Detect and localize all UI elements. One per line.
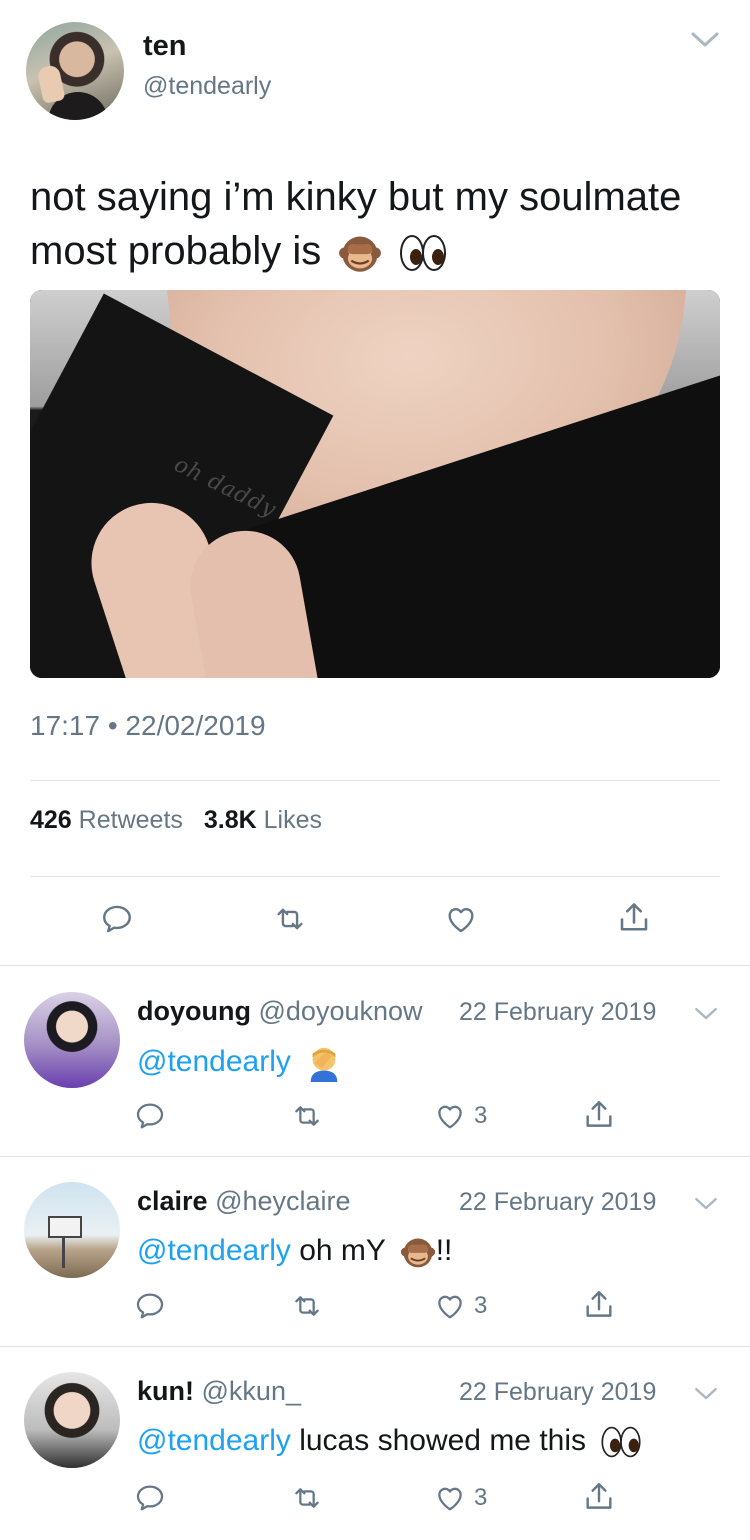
reply-button[interactable]	[134, 1482, 166, 1514]
like-button[interactable]	[444, 902, 478, 936]
like-button[interactable]: 3	[434, 1482, 487, 1514]
reply-button[interactable]	[134, 1100, 166, 1132]
reply-author[interactable]: claire @heyclaire	[137, 1186, 351, 1217]
avatar[interactable]	[24, 1182, 120, 1278]
reply-body: lucas showed me this	[290, 1424, 595, 1457]
share-button[interactable]	[616, 900, 652, 936]
like-button[interactable]: 3	[434, 1100, 487, 1132]
tweet-stats: 426 Retweets 3.8K Likes	[30, 806, 322, 835]
reply-display-name[interactable]: kun!	[137, 1376, 194, 1406]
reply-tweet[interactable]: doyoung @doyouknow 22 February 2019 @ten…	[0, 970, 750, 1156]
chevron-down-icon[interactable]	[694, 1006, 718, 1022]
avatar[interactable]	[24, 1372, 120, 1468]
retweet-icon	[272, 902, 308, 936]
reply-date: 22 February 2019	[459, 1378, 657, 1406]
retweet-icon	[290, 1482, 324, 1514]
divider	[0, 1156, 750, 1157]
heart-icon	[434, 1290, 466, 1322]
tweet-image[interactable]: oh daddy	[30, 290, 720, 678]
share-button[interactable]	[582, 1098, 616, 1132]
share-icon	[582, 1480, 616, 1514]
mention-link[interactable]: @tendearly	[137, 1045, 291, 1078]
heart-icon	[434, 1482, 466, 1514]
reply-tweet[interactable]: claire @heyclaire 22 February 2019 @tend…	[0, 1160, 750, 1346]
reply-author[interactable]: kun! @kkun_	[137, 1376, 301, 1407]
mention-link[interactable]: @tendearly	[137, 1234, 291, 1267]
like-count: 3	[474, 1484, 488, 1511]
reply-icon	[134, 1100, 166, 1132]
eyes-icon	[399, 233, 447, 273]
reply-icon	[100, 902, 134, 936]
see-no-evil-monkey-icon	[400, 1234, 436, 1270]
chevron-down-icon[interactable]	[694, 1196, 718, 1212]
reply-text: @tendearly	[137, 1044, 343, 1082]
main-tweet: ten @tendearly not saying i’m kinky but …	[0, 0, 750, 965]
tweet-text: not saying i’m kinky but my soulmate mos…	[30, 170, 730, 278]
divider	[0, 1346, 750, 1347]
divider	[30, 780, 720, 781]
see-no-evil-monkey-icon	[338, 231, 382, 275]
divider	[30, 876, 720, 877]
share-button[interactable]	[582, 1288, 616, 1322]
avatar[interactable]	[24, 992, 120, 1088]
reply-tweet[interactable]: kun! @kkun_ 22 February 2019 @tendearly …	[0, 1350, 750, 1540]
reply-icon	[134, 1482, 166, 1514]
divider	[0, 965, 750, 966]
share-icon	[582, 1288, 616, 1322]
heart-icon	[444, 902, 478, 936]
reply-handle[interactable]: @heyclaire	[215, 1186, 350, 1216]
retweets-label[interactable]: Retweets	[79, 806, 183, 834]
like-count: 3	[474, 1292, 488, 1319]
reply-body: oh mY	[290, 1234, 394, 1267]
mention-link[interactable]: @tendearly	[137, 1424, 291, 1457]
retweet-button[interactable]	[290, 1100, 324, 1132]
retweet-button[interactable]	[290, 1290, 324, 1322]
reply-button[interactable]	[100, 902, 134, 936]
heart-icon	[434, 1100, 466, 1132]
tweet-timestamp: 17:17 • 22/02/2019	[30, 710, 266, 741]
share-icon	[582, 1098, 616, 1132]
retweet-icon	[290, 1290, 324, 1322]
like-count: 3	[474, 1102, 488, 1129]
reply-body-suffix: !!	[435, 1234, 453, 1267]
reply-author[interactable]: doyoung @doyouknow	[137, 996, 423, 1027]
facepalm-icon	[305, 1044, 343, 1082]
likes-count[interactable]: 3.8K	[204, 806, 257, 834]
reply-display-name[interactable]: claire	[137, 1186, 208, 1216]
retweet-button[interactable]	[290, 1482, 324, 1514]
avatar[interactable]	[26, 22, 124, 120]
share-button[interactable]	[582, 1480, 616, 1514]
like-button[interactable]: 3	[434, 1290, 487, 1322]
chevron-down-icon[interactable]	[694, 1386, 718, 1402]
reply-text: @tendearly oh mY !!	[137, 1234, 452, 1270]
reply-handle[interactable]: @kkun_	[202, 1376, 301, 1406]
author-handle[interactable]: @tendearly	[143, 72, 271, 101]
reply-display-name[interactable]: doyoung	[137, 996, 251, 1026]
retweets-count[interactable]: 426	[30, 806, 72, 834]
reply-text: @tendearly lucas showed me this	[137, 1424, 642, 1459]
retweet-icon	[290, 1100, 324, 1132]
reply-date: 22 February 2019	[459, 1188, 657, 1216]
chevron-down-icon[interactable]	[690, 30, 720, 50]
reply-handle[interactable]: @doyouknow	[259, 996, 423, 1026]
reply-button[interactable]	[134, 1290, 166, 1322]
likes-label[interactable]: Likes	[264, 806, 322, 834]
retweet-button[interactable]	[272, 902, 308, 936]
author-display-name[interactable]: ten	[143, 30, 187, 63]
eyes-icon	[600, 1425, 642, 1459]
reply-icon	[134, 1290, 166, 1322]
reply-date: 22 February 2019	[459, 998, 657, 1026]
share-icon	[616, 900, 652, 936]
